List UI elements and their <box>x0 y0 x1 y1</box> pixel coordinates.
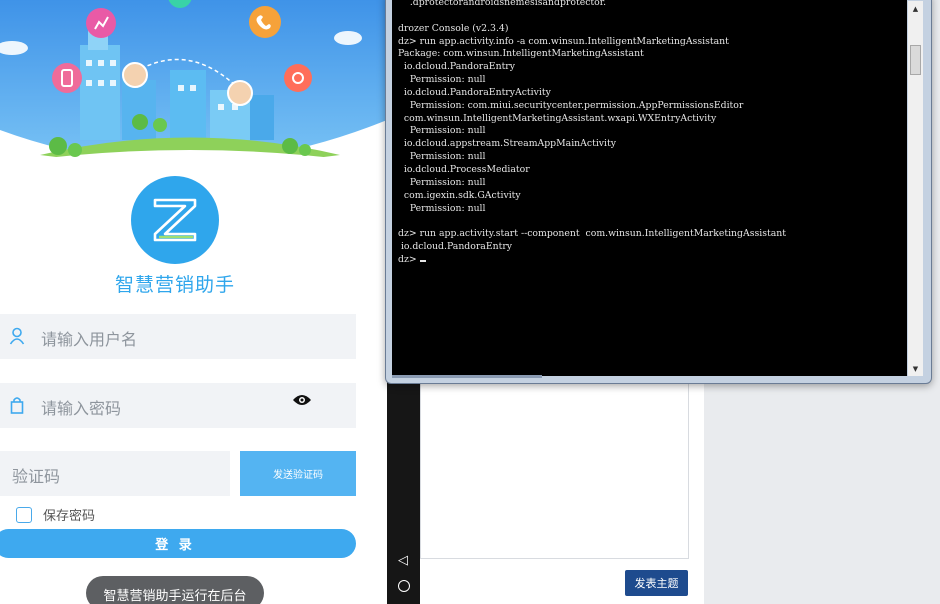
home-circle-icon[interactable] <box>398 580 410 592</box>
console-line: io.dcloud.PandoraEntryActivity <box>398 86 551 98</box>
console-line: Package: com.winsun.IntelligentMarketing… <box>398 48 644 60</box>
console-window: .dprotectorandroidsnemesisandprotector. … <box>385 0 932 384</box>
remember-password[interactable]: 保存密码 <box>16 505 95 524</box>
username-field[interactable]: 请输入用户名 <box>0 314 356 359</box>
app-name: 智慧营销助手 <box>114 274 235 296</box>
login-button[interactable]: 登 录 <box>0 529 356 558</box>
console-line: Permission: com.miui.securitycenter.perm… <box>398 99 744 111</box>
console-line: Permission: null <box>398 74 486 86</box>
console-line: Permission: null <box>398 202 486 214</box>
back-triangle-icon[interactable]: ◁ <box>398 553 408 568</box>
console-line: com.winsun.IntelligentMarketingAssistant… <box>398 112 717 124</box>
console-line: Permission: null <box>398 151 486 163</box>
window-bottom-edge <box>392 375 542 378</box>
console-prompt: dz> <box>398 253 420 265</box>
password-field[interactable]: 请输入密码 <box>0 383 356 428</box>
console-line: io.dcloud.appstream.StreamAppMainActivit… <box>398 138 617 150</box>
z-logo-icon <box>153 198 197 242</box>
console-screen[interactable]: .dprotectorandroidsnemesisandprotector. … <box>392 0 907 376</box>
text-cursor <box>419 259 426 262</box>
lock-icon <box>10 397 24 414</box>
toast-message: 智慧营销助手运行在后台 <box>86 576 264 604</box>
login-app: 智慧营销助手 请输入用户名 请输入密码 验证码 发送验证码 保存密码 登 录 智… <box>0 0 387 604</box>
scroll-up-arrow-icon[interactable]: ▲ <box>908 1 923 16</box>
eye-icon[interactable] <box>292 393 312 407</box>
username-placeholder: 请输入用户名 <box>41 330 138 349</box>
app-logo <box>131 176 219 264</box>
scroll-down-arrow-icon[interactable]: ▼ <box>908 361 923 376</box>
send-code-button[interactable]: 发送验证码 <box>240 451 356 496</box>
verification-code-field[interactable]: 验证码 <box>0 451 230 496</box>
console-line: Permission: null <box>398 125 486 137</box>
remember-checkbox[interactable] <box>16 506 32 523</box>
console-output: .dprotectorandroidsnemesisandprotector. … <box>398 0 786 267</box>
console-line: Permission: null <box>398 176 486 188</box>
console-line: dz> run app.activity.start --component c… <box>398 228 787 240</box>
console-line: com.igexin.sdk.GActivity <box>398 189 521 201</box>
scroll-thumb[interactable] <box>910 45 921 75</box>
console-line: .dprotectorandroidsnemesisandprotector. <box>398 0 607 8</box>
console-line: dz> run app.activity.info -a com.winsun.… <box>398 35 729 47</box>
console-line: io.dcloud.PandoraEntry <box>398 241 513 253</box>
password-placeholder: 请输入密码 <box>41 399 122 418</box>
publish-button[interactable]: 发表主题 <box>625 570 688 596</box>
remember-label: 保存密码 <box>43 509 96 524</box>
user-icon <box>9 327 25 345</box>
console-line: io.dcloud.PandoraEntry <box>398 61 516 73</box>
code-placeholder: 验证码 <box>12 467 61 486</box>
console-line: io.dcloud.ProcessMediator <box>398 163 530 175</box>
console-line: drozer Console (v2.3.4) <box>398 22 509 34</box>
vertical-scrollbar[interactable]: ▲ ▼ <box>908 1 923 376</box>
city-illustration <box>0 0 387 170</box>
post-editor[interactable] <box>420 378 689 559</box>
